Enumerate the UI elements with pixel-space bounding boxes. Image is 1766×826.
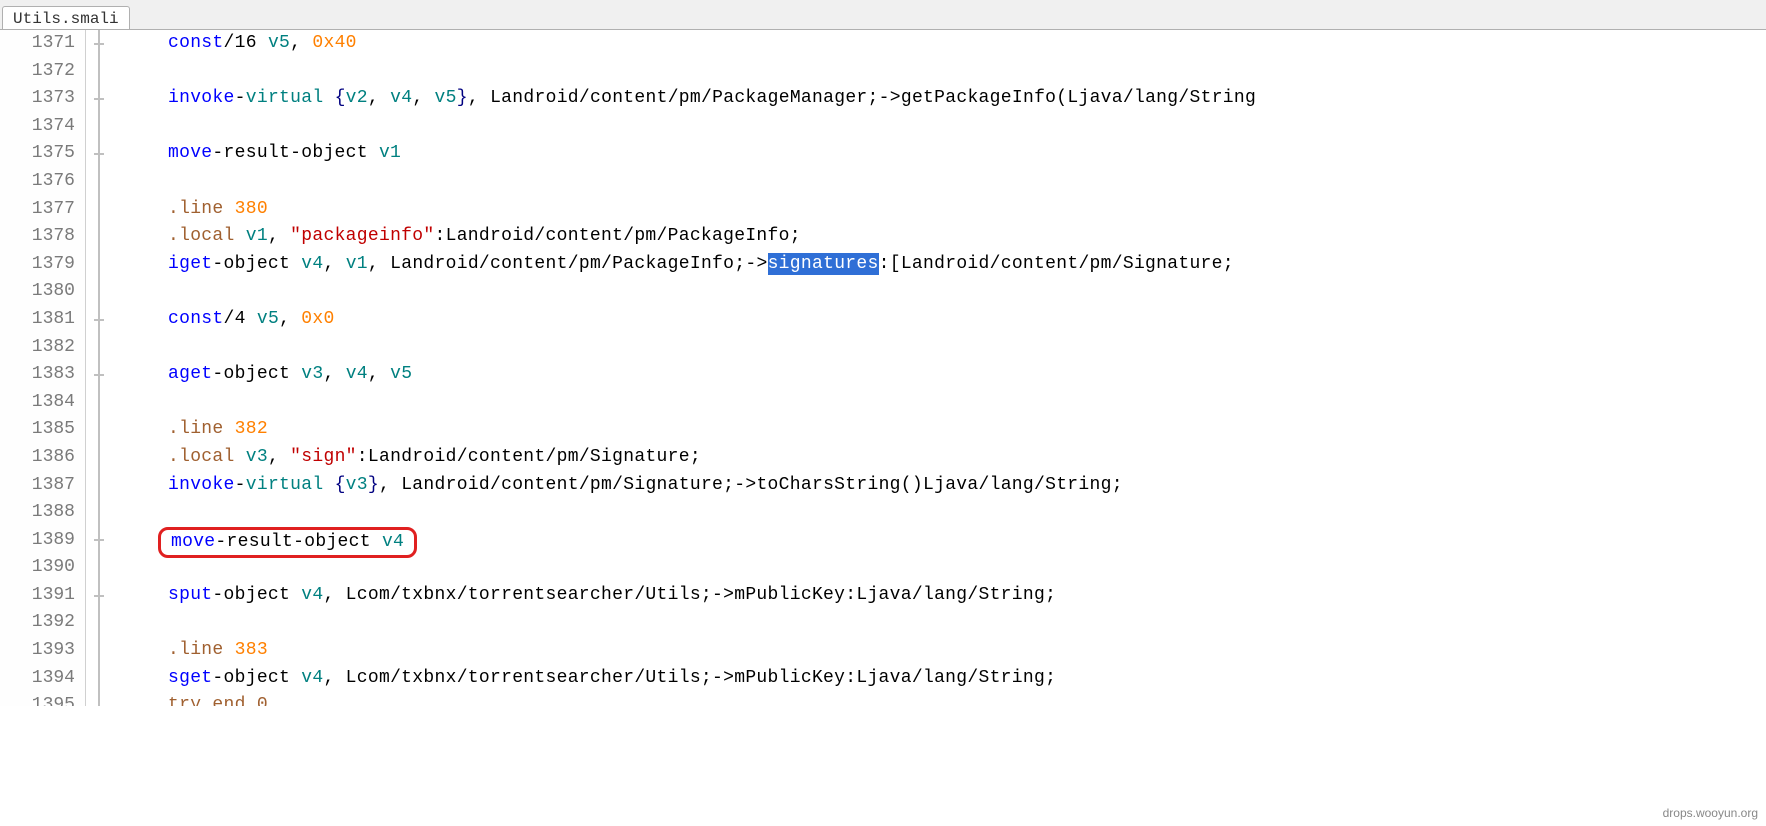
tab-bar: Utils.smali	[0, 0, 1766, 30]
code-row: 1371 const/16 v5, 0x40	[0, 30, 1766, 58]
fold-margin	[86, 30, 114, 58]
file-tab[interactable]: Utils.smali	[2, 6, 130, 29]
code-line[interactable]: const/16 v5, 0x40	[114, 30, 357, 58]
watermark: drops.wooyun.org	[1663, 806, 1758, 820]
code-editor[interactable]: 1371 const/16 v5, 0x40 1372 1373 invoke-…	[0, 30, 1766, 706]
highlight-selection: signatures	[768, 253, 879, 275]
line-number: 1371	[0, 30, 86, 58]
